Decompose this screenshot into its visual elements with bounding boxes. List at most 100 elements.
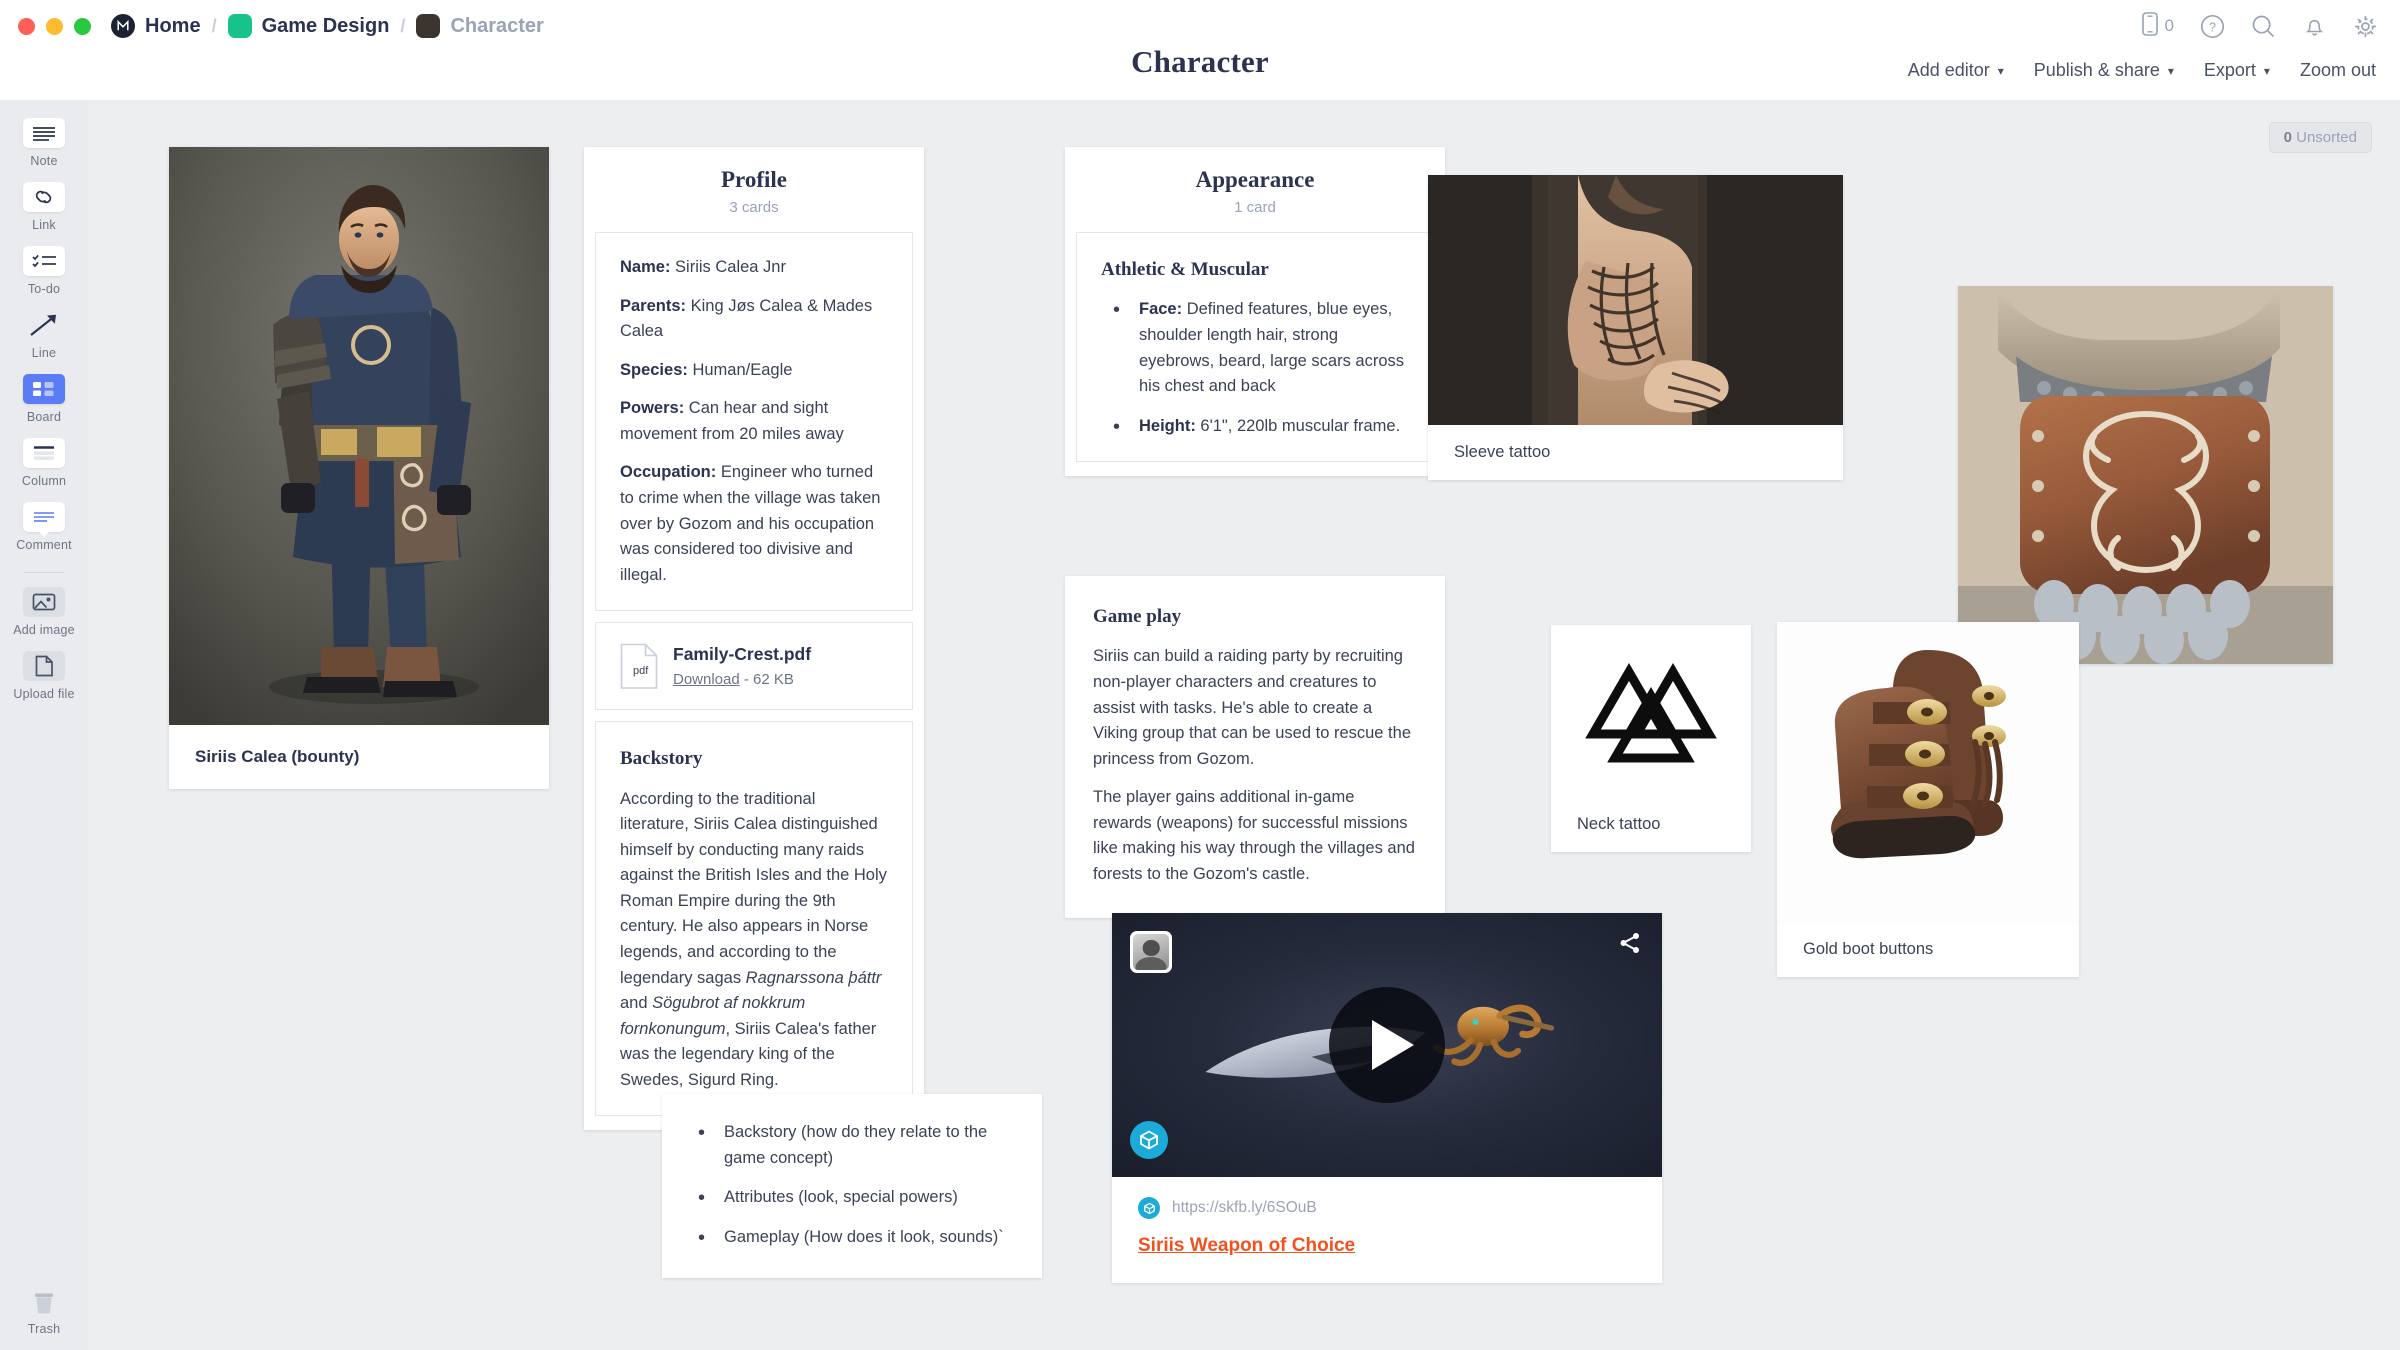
neck-tattoo-card[interactable]: Neck tattoo (1551, 625, 1751, 852)
tool-add-image[interactable]: Add image (0, 587, 88, 637)
column-icon (23, 438, 65, 468)
tool-column[interactable]: Column (0, 438, 88, 488)
backstory-card[interactable]: Backstory According to the traditional l… (595, 721, 913, 1117)
tool-board[interactable]: Board (0, 374, 88, 424)
appearance-column-header: Appearance 1 card (1065, 147, 1445, 232)
tool-add-image-label: Add image (13, 623, 75, 637)
tool-note[interactable]: Note (0, 118, 88, 168)
unsorted-badge[interactable]: 0 Unsorted (2268, 122, 2372, 153)
file-attachment-card[interactable]: pdf Family-Crest.pdf Download - 62 KB (595, 622, 913, 711)
export-button[interactable]: Export ▾ (2204, 60, 2270, 81)
board-swatch-icon (227, 14, 252, 38)
publish-share-label: Publish & share (2033, 60, 2160, 80)
video-link-card[interactable]: https://skfb.ly/6SOuB Siriis Weapon of C… (1112, 913, 1662, 1283)
breadcrumb-item-character[interactable]: Character (416, 14, 544, 38)
mobile-preview-button[interactable]: 0 (2141, 11, 2174, 41)
appearance-detail-card[interactable]: Athletic & Muscular Face: Defined featur… (1076, 232, 1434, 463)
minimize-window-button[interactable] (46, 17, 63, 35)
todo-icon (23, 246, 65, 276)
sketchfab-icon (1130, 1121, 1168, 1159)
avatar (1130, 931, 1172, 973)
tool-upload-file-label: Upload file (13, 687, 75, 701)
gameplay-heading: Game play (1093, 606, 1182, 627)
gameplay-body: Game play Siriis can build a raiding par… (1065, 576, 1445, 918)
appearance-card-heading: Athletic & Muscular (1101, 259, 1269, 280)
unsorted-count: 0 (2283, 129, 2292, 146)
breadcrumb-label-game-design: Game Design (261, 14, 390, 37)
note-icon (23, 118, 65, 148)
file-size: - 62 KB (743, 671, 794, 689)
breadcrumb-separator: / (211, 15, 217, 36)
tool-todo-label: To-do (27, 282, 61, 296)
tool-line[interactable]: Line (0, 310, 88, 360)
sleeve-tattoo-image (1428, 175, 1843, 425)
checklist-card[interactable]: Backstory (how do they relate to the gam… (662, 1094, 1042, 1279)
appearance-column-title: Appearance (1195, 167, 1315, 192)
appearance-bullet-height-label: Height: (1139, 416, 1196, 435)
tool-trash[interactable]: Trash (0, 1286, 88, 1336)
publish-share-button[interactable]: Publish & share ▾ (2034, 60, 2174, 81)
profile-column-card[interactable]: Profile 3 cards Name: Siriis Calea Jnr P… (584, 147, 924, 1131)
link-url: https://skfb.ly/6SOuB (1172, 1199, 1317, 1216)
chevron-down-icon: ▾ (2263, 63, 2270, 78)
appearance-column-body: Athletic & Muscular Face: Defined featur… (1065, 232, 1445, 476)
window-traffic-lights[interactable] (18, 17, 91, 35)
milanote-logo-icon (111, 14, 135, 38)
character-image-card[interactable]: Siriis Calea (bounty) (169, 147, 549, 789)
gameplay-card[interactable]: Game play Siriis can build a raiding par… (1065, 576, 1445, 918)
list-item: Backstory (how do they relate to the gam… (686, 1118, 1018, 1171)
close-window-button[interactable] (18, 17, 35, 35)
file-download-link[interactable]: Download (673, 671, 740, 688)
sketchfab-icon (1138, 1197, 1160, 1219)
help-icon[interactable]: ? (2200, 14, 2225, 39)
checklist-list: Backstory (how do they relate to the gam… (686, 1118, 1018, 1253)
maximize-window-button[interactable] (74, 17, 91, 35)
tool-todo[interactable]: To-do (0, 246, 88, 296)
tool-upload-file[interactable]: Upload file (0, 651, 88, 701)
breadcrumb-item-game-design[interactable]: Game Design (227, 14, 390, 38)
board-canvas[interactable]: 0 Unsorted Siriis Calea (bounty) Profile… (88, 100, 2400, 1350)
file-info: Family-Crest.pdf Download - 62 KB (673, 644, 811, 688)
chevron-down-icon: ▾ (1997, 63, 2004, 78)
character-image-caption: Siriis Calea (bounty) (195, 747, 360, 766)
backstory-text-1: According to the traditional literature,… (620, 789, 887, 987)
tool-comment[interactable]: Comment (0, 502, 88, 552)
tool-note-label: Note (30, 154, 58, 168)
profile-field-name: Name: Siriis Calea Jnr (620, 255, 888, 281)
breadcrumb-separator: / (400, 15, 406, 36)
sleeve-tattoo-card[interactable]: Sleeve tattoo (1428, 175, 1843, 480)
play-icon[interactable] (1329, 987, 1445, 1103)
backstory-heading: Backstory (620, 748, 703, 770)
zoom-out-button[interactable]: Zoom out (2300, 60, 2376, 81)
notifications-icon[interactable] (2302, 14, 2327, 39)
profile-field-powers-label: Powers: (620, 399, 685, 418)
appearance-bullet-face: Face: Defined features, blue eyes, shoul… (1101, 295, 1409, 399)
profile-column-count: 3 cards (729, 199, 779, 216)
link-title[interactable]: Siriis Weapon of Choice (1138, 1235, 1636, 1257)
link-metadata: https://skfb.ly/6SOuB Siriis Weapon of C… (1112, 1177, 1662, 1283)
profile-field-species-label: Species: (620, 360, 688, 379)
add-editor-button[interactable]: Add editor ▾ (1908, 60, 2004, 81)
line-arrow-icon (23, 310, 65, 340)
profile-column-body: Name: Siriis Calea Jnr Parents: King Jøs… (584, 232, 924, 1130)
tool-link[interactable]: Link (0, 182, 88, 232)
link-icon (23, 182, 65, 212)
unsorted-label: Unsorted (2296, 129, 2357, 146)
search-icon[interactable] (2251, 14, 2276, 39)
gold-boot-buttons-card[interactable]: Gold boot buttons (1777, 622, 2079, 977)
tool-board-label: Board (26, 410, 62, 424)
svg-text:pdf: pdf (633, 665, 649, 677)
appearance-bullet-height-value: 6'1", 220lb muscular frame. (1195, 416, 1401, 435)
profile-field-occupation-label: Occupation: (620, 463, 717, 482)
appearance-column-card[interactable]: Appearance 1 card Athletic & Muscular Fa… (1065, 147, 1445, 477)
settings-gear-icon[interactable] (2353, 14, 2378, 39)
video-thumbnail[interactable] (1112, 913, 1662, 1177)
breadcrumb-item-home[interactable]: Home (111, 14, 201, 38)
share-icon[interactable] (1618, 931, 1642, 960)
tool-column-label: Column (21, 474, 67, 488)
export-label: Export (2203, 60, 2256, 80)
file-name: Family-Crest.pdf (673, 644, 812, 665)
armor-image-card[interactable] (1958, 286, 2333, 664)
appearance-bullet-height: Height: 6'1", 220lb muscular frame. (1101, 412, 1409, 442)
profile-details-card[interactable]: Name: Siriis Calea Jnr Parents: King Jøs… (595, 232, 913, 612)
